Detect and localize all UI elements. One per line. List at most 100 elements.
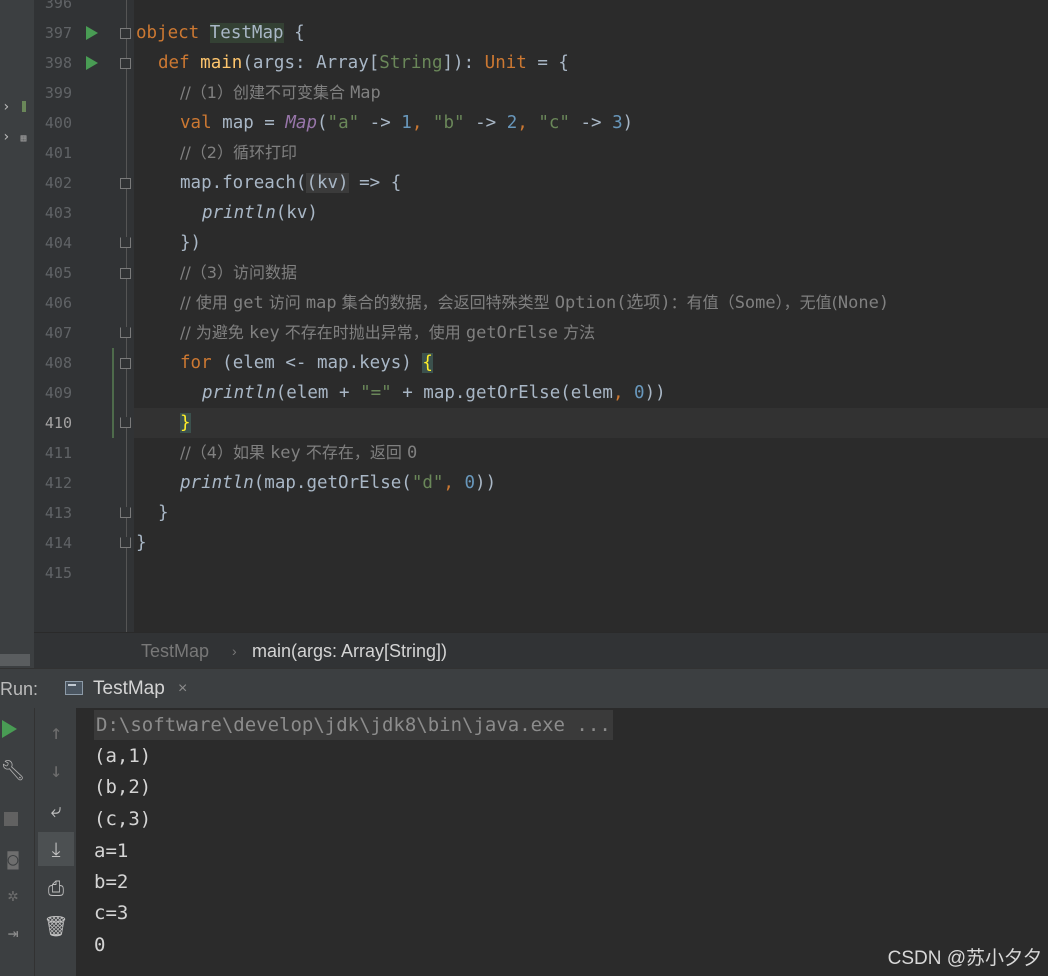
fold-end-icon[interactable] [120, 507, 131, 518]
string-literal: "a" [327, 113, 360, 133]
comment-line: // 使用 get 访问 map 集合的数据，会返回特殊类型 Option(选项… [180, 288, 889, 318]
fold-icon[interactable] [120, 178, 131, 189]
type-name: Unit [484, 53, 527, 73]
code-line: }) [180, 233, 202, 253]
keyword: object [136, 23, 210, 43]
code-line: println(elem + "=" + map.getOrElse(elem,… [202, 378, 666, 408]
run-tab-testmap[interactable]: TestMap × [58, 669, 206, 709]
function-name: println [180, 473, 254, 493]
string-literal: "b" [432, 113, 465, 133]
code-line: def main(args: Array[String]): Unit = { [158, 48, 569, 78]
comment-text: None [837, 293, 879, 313]
code-text: ) [622, 113, 634, 133]
camera-icon[interactable]: ◙ [0, 848, 26, 872]
code-line: println(kv) [202, 198, 318, 228]
keyword: def [158, 53, 201, 73]
function-name: Map [285, 113, 317, 133]
console-line: a=1 [94, 840, 129, 862]
bug-icon[interactable]: ✲ [0, 884, 26, 908]
trash-icon[interactable]: 🗑︎ [43, 914, 69, 938]
matched-brace: } [180, 413, 191, 433]
code-text: (map.getOrElse( [253, 473, 412, 493]
project-node-icon [22, 101, 27, 112]
run-tool-window-header: Run: TestMap × [0, 668, 1048, 709]
fold-end-icon[interactable] [120, 537, 131, 548]
run-tab-label: TestMap [93, 678, 165, 699]
vcs-change-marker [112, 348, 114, 438]
console-output[interactable]: D:\software\develop\jdk\jdk8\bin\java.ex… [76, 708, 1048, 976]
fold-icon[interactable] [120, 268, 131, 279]
code-editor[interactable]: 396 397 398 399 400 401 402 403 404 405 … [0, 0, 1048, 632]
line-number: 397 [44, 24, 72, 42]
expand-chevron-icon[interactable]: › ▦ [0, 126, 34, 156]
arrow-up-icon[interactable]: ↑ [43, 720, 69, 744]
line-number: 399 [44, 84, 72, 102]
run-main-gutter-icon[interactable] [86, 56, 98, 70]
fold-end-icon[interactable] [120, 327, 131, 338]
line-number: 405 [44, 264, 72, 282]
comment-text: //（4）如果 [180, 443, 271, 462]
line-number: 396 [44, 0, 72, 12]
number-literal: 0 [464, 473, 476, 493]
rerun-icon[interactable] [2, 720, 17, 738]
fold-end-icon[interactable] [120, 237, 131, 248]
code-line: } [136, 533, 147, 553]
fold-icon[interactable] [120, 28, 131, 39]
string-literal: "=" [360, 383, 392, 403]
stop-icon[interactable] [4, 812, 18, 826]
fold-icon[interactable] [120, 58, 131, 69]
line-number: 411 [44, 444, 72, 462]
code-text: )) [644, 383, 666, 403]
line-number: 401 [44, 144, 72, 162]
fold-end-icon[interactable] [120, 417, 131, 428]
library-node-icon: ▦ [20, 133, 27, 144]
breadcrumb-object[interactable]: TestMap [141, 633, 209, 669]
code-line: } [180, 408, 191, 438]
arrow-down-icon[interactable]: ↓ [43, 758, 69, 782]
line-number: 414 [44, 534, 72, 552]
comment-text: getOrElse [465, 323, 558, 343]
soft-wrap-icon[interactable]: ⤶ [43, 798, 69, 822]
line-number: 403 [44, 204, 72, 222]
comment-line: //（1）创建不可变集合 Map [180, 78, 381, 108]
comment-text: // 为避免 [180, 323, 249, 342]
number-literal: 3 [612, 113, 623, 133]
print-icon[interactable]: ⎙ [43, 876, 69, 900]
left-tool-strip: › › ▦ [0, 0, 34, 668]
comment-text: get [232, 293, 264, 313]
comment-line: // 为避免 key 不存在时抛出异常，使用 getOrElse 方法 [180, 318, 595, 348]
code-text: -> [569, 113, 613, 133]
code-text: )) [475, 473, 497, 493]
exit-icon[interactable]: ⇥ [0, 922, 26, 946]
comment-text: //（1）创建不可变集合 [180, 83, 351, 102]
scroll-to-end-icon[interactable]: ⤓ [38, 832, 74, 866]
close-icon[interactable]: × [178, 669, 187, 709]
current-line-highlight [134, 408, 1048, 438]
code-line: map.foreach((kv) => { [180, 168, 401, 198]
breadcrumb: TestMap › main(args: Array[String]) [34, 632, 1048, 669]
expand-chevron-icon[interactable]: › [0, 96, 34, 126]
console-line: c=3 [94, 902, 129, 924]
run-label: Run: [0, 679, 39, 699]
number-literal: 2 [506, 113, 518, 133]
code-text: , [411, 113, 433, 133]
console-line: (a,1) [94, 745, 152, 767]
horizontal-scrollbar[interactable] [0, 654, 30, 666]
comment-text: 不存在，返回 [300, 443, 407, 462]
code-line: println(map.getOrElse("d", 0)) [180, 468, 496, 498]
comment-text: Map [350, 83, 381, 103]
fold-icon[interactable] [120, 358, 131, 369]
line-number: 408 [44, 354, 72, 372]
function-name: println [202, 383, 276, 403]
breadcrumb-method[interactable]: main(args: Array[String]) [252, 633, 447, 669]
wrench-icon[interactable]: 🔧︎ [0, 758, 26, 782]
code-text: (elem <- map.keys) [222, 353, 423, 373]
keyword: val [180, 113, 223, 133]
comment-text: key [248, 323, 280, 343]
comment-text: ），无值( [775, 293, 838, 312]
run-object-gutter-icon[interactable] [86, 26, 98, 40]
line-number: 412 [44, 474, 72, 492]
console-command-line: D:\software\develop\jdk\jdk8\bin\java.ex… [94, 710, 613, 740]
line-number: 413 [44, 504, 72, 522]
comment-text: 集合的数据，会返回特殊类型 [336, 293, 555, 312]
